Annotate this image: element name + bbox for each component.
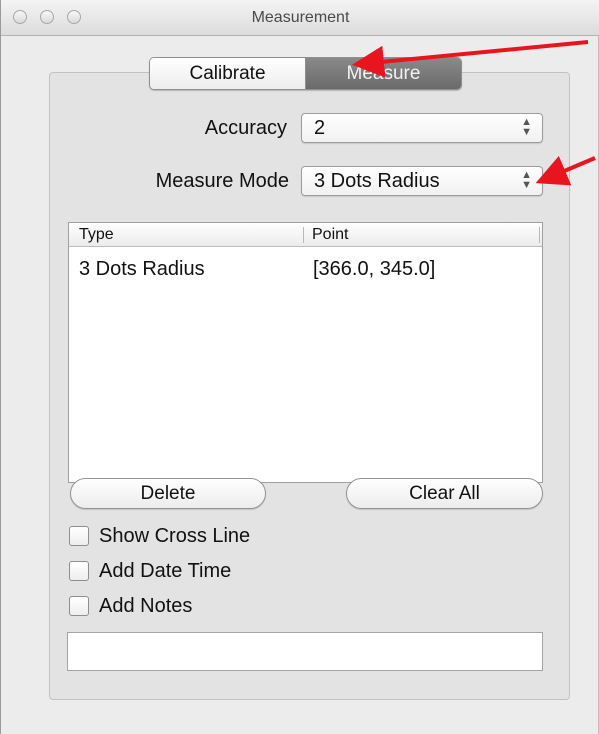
cell-point: [366.0, 345.0] — [313, 258, 436, 280]
stepper-arrows-icon: ▲ ▼ — [521, 169, 532, 191]
column-header-type[interactable]: Type — [79, 226, 114, 244]
column-header-point[interactable]: Point — [312, 226, 348, 244]
column-divider — [539, 227, 540, 243]
show-cross-line-row[interactable]: Show Cross Line — [69, 522, 250, 550]
column-divider — [303, 227, 304, 243]
show-cross-line-checkbox[interactable] — [69, 526, 89, 546]
add-date-time-label: Add Date Time — [99, 559, 232, 582]
add-notes-checkbox[interactable] — [69, 596, 89, 616]
tab-calibrate[interactable]: Calibrate — [150, 58, 306, 89]
add-date-time-row[interactable]: Add Date Time — [69, 557, 231, 585]
measure-mode-label: Measure Mode — [155, 170, 289, 192]
show-cross-line-label: Show Cross Line — [99, 524, 251, 547]
measure-mode-select[interactable]: 3 Dots Radius ▲ ▼ — [301, 166, 543, 196]
title-bar: Measurement — [1, 0, 599, 36]
accuracy-label: Accuracy — [204, 117, 287, 139]
notes-input[interactable] — [67, 632, 543, 671]
table-header: Type Point — [69, 223, 542, 247]
tab-measure[interactable]: Measure — [306, 58, 461, 89]
accuracy-value: 2 — [314, 116, 326, 139]
add-notes-label: Add Notes — [99, 594, 193, 617]
add-notes-row[interactable]: Add Notes — [69, 592, 192, 620]
window-title: Measurement — [251, 9, 350, 26]
add-date-time-checkbox[interactable] — [69, 561, 89, 581]
measurement-table[interactable]: Type Point 3 Dots Radius [366.0, 345.0] — [68, 222, 543, 483]
measurement-window: Measurement Calibrate Measure Accuracy 2… — [0, 0, 599, 734]
mode-tabs: Calibrate Measure — [149, 57, 462, 90]
clear-all-button[interactable]: Clear All — [346, 478, 543, 509]
accuracy-select[interactable]: 2 ▲ ▼ — [301, 113, 543, 143]
cell-type: 3 Dots Radius — [79, 258, 205, 280]
stepper-arrows-icon: ▲ ▼ — [521, 116, 532, 138]
delete-button[interactable]: Delete — [70, 478, 266, 509]
measure-mode-value: 3 Dots Radius — [314, 169, 440, 192]
